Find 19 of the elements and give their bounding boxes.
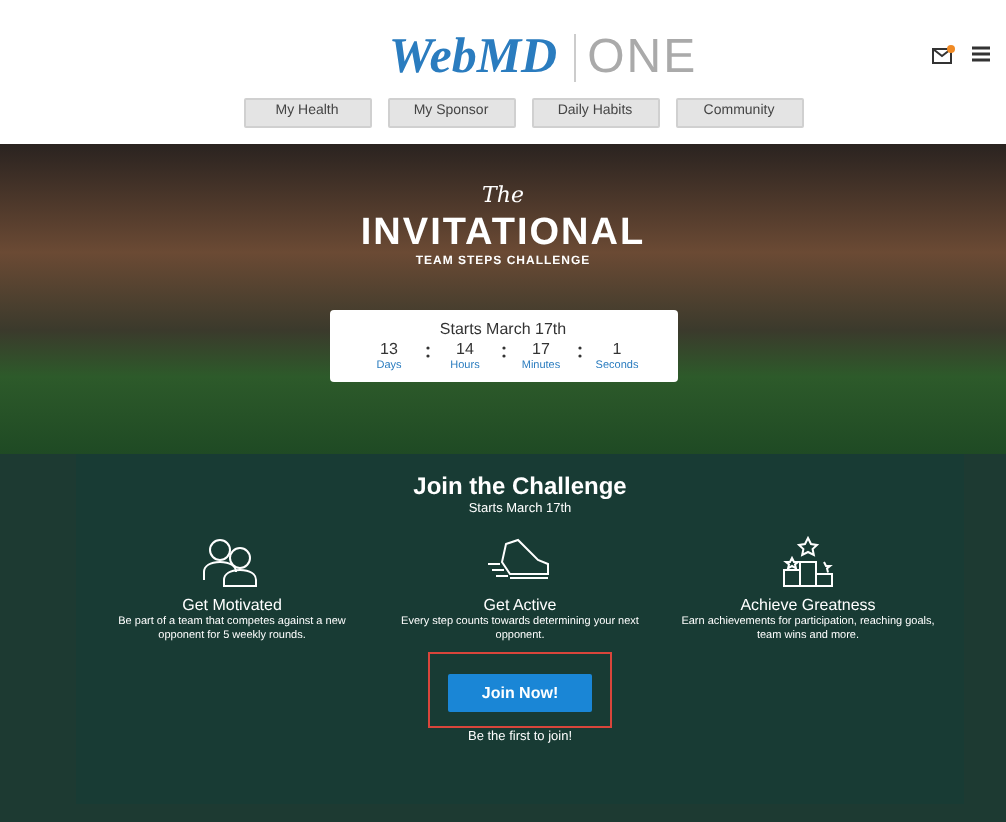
colon-separator-icon [577, 343, 581, 358]
countdown-value: 1 [610, 342, 624, 359]
countdown-title: Starts March 17th [437, 318, 569, 343]
menu-icon[interactable] [972, 46, 990, 62]
feature-title: Achieve Greatness [738, 595, 878, 616]
colon-separator-icon [501, 343, 505, 358]
logo-subtext: ONE [573, 33, 698, 81]
mail-icon[interactable] [932, 44, 956, 64]
join-now-button[interactable]: Join Now! [448, 674, 592, 713]
feature-title: Get Active [481, 595, 559, 616]
countdown-value: 14 [454, 342, 476, 359]
banner-pretitle: The [480, 180, 526, 212]
feature-title: Get Motivated [180, 595, 284, 616]
countdown-value: 17 [530, 342, 552, 359]
colon-separator-icon [425, 343, 429, 358]
logo-text: WebMD [388, 32, 558, 82]
countdown-value: 13 [378, 342, 400, 359]
challenge-title: Join the Challenge [411, 474, 629, 501]
banner-title: INVITATIONAL [358, 213, 648, 255]
